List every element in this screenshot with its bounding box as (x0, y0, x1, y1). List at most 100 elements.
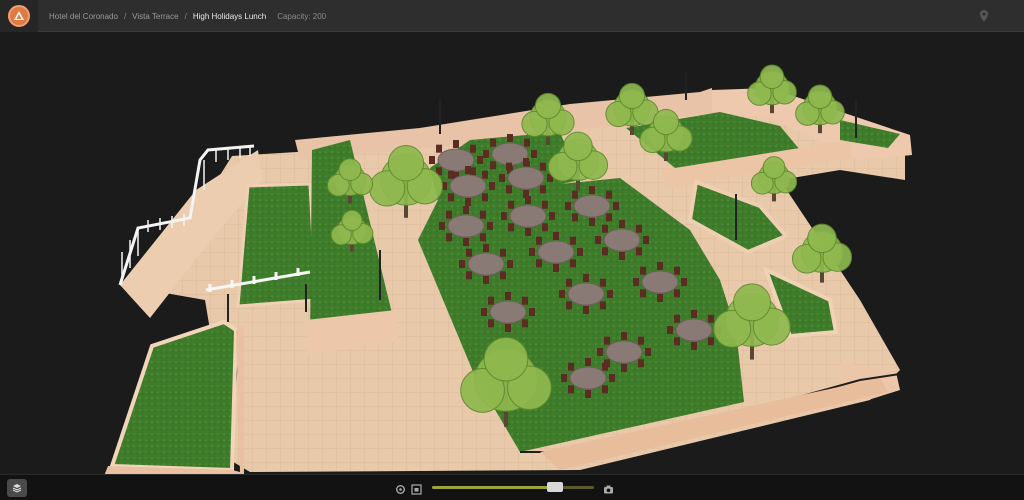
chair (569, 259, 576, 268)
chair (633, 278, 639, 286)
chair (463, 206, 469, 214)
chair (483, 276, 489, 284)
chair (619, 252, 625, 260)
chair (583, 306, 589, 314)
chair (507, 260, 513, 268)
chair (466, 271, 473, 280)
table-top (491, 142, 529, 166)
chair (657, 262, 663, 270)
chair (479, 210, 486, 219)
chair (621, 332, 627, 340)
screenshot-button[interactable] (603, 482, 614, 494)
chair (595, 236, 601, 244)
breadcrumb-space[interactable]: Vista Terrace (132, 12, 178, 21)
chair (673, 289, 680, 298)
chair (599, 278, 606, 287)
chair (691, 310, 697, 318)
chair (446, 210, 453, 219)
chair (489, 182, 495, 190)
chair (481, 193, 488, 202)
location-pin-icon[interactable] (979, 10, 989, 23)
chair (448, 193, 455, 202)
capacity-label: Capacity: 200 (277, 11, 327, 21)
settings-button[interactable] (395, 482, 406, 494)
chair (521, 319, 528, 328)
chair (525, 228, 531, 236)
logo-button[interactable] (0, 0, 38, 32)
chair (459, 260, 465, 268)
top-bar: Hotel del Coronado / Vista Terrace / Hig… (0, 0, 1024, 32)
chair (640, 289, 647, 298)
chair (707, 337, 714, 346)
table-top (675, 318, 713, 342)
breadcrumb-separator: / (184, 11, 187, 21)
table-top (509, 204, 547, 228)
chair (619, 220, 625, 228)
table-top (641, 270, 679, 294)
app-logo-icon (8, 5, 30, 27)
table-top (507, 166, 545, 190)
chair (553, 264, 559, 272)
table-top (605, 340, 643, 364)
chair (637, 359, 644, 368)
chair (637, 336, 644, 345)
chair (453, 140, 459, 148)
table-top (467, 252, 505, 276)
chair (609, 374, 615, 382)
chair (506, 162, 513, 171)
chair (465, 166, 471, 174)
floorplan-3d-viewer[interactable] (0, 32, 1024, 474)
zoom-slider[interactable] (432, 482, 594, 492)
chair (583, 274, 589, 282)
chair (602, 247, 609, 256)
chair (487, 222, 493, 230)
layers-button[interactable] (7, 479, 27, 497)
chair (490, 161, 497, 170)
chair (539, 162, 546, 171)
chair (572, 190, 579, 199)
layers-icon (12, 484, 22, 493)
chair (490, 138, 497, 147)
chair (439, 222, 445, 230)
breadcrumb-event: High Holidays Lunch (192, 11, 267, 21)
chair (446, 233, 453, 242)
chair (645, 348, 651, 356)
chair (674, 337, 681, 346)
chair (691, 342, 697, 350)
zoom-slider-fill (432, 486, 556, 489)
chair (465, 198, 471, 206)
fit-view-button[interactable] (411, 482, 422, 495)
chair (525, 196, 531, 204)
chair (536, 236, 543, 245)
chair (483, 150, 489, 158)
chair (643, 236, 649, 244)
chair (681, 278, 687, 286)
chair (635, 224, 642, 233)
chair (499, 271, 506, 280)
bottom-toolbar (0, 474, 1024, 500)
chair (559, 290, 565, 298)
chair (508, 200, 515, 209)
table-top (603, 228, 641, 252)
chair (506, 185, 513, 194)
chair (566, 278, 573, 287)
zoom-slider-thumb[interactable] (547, 482, 564, 492)
chair (549, 212, 555, 220)
chair (539, 185, 546, 194)
chair (479, 233, 486, 242)
chair (501, 212, 507, 220)
chair (505, 324, 511, 332)
chair (466, 248, 473, 257)
chair (566, 301, 573, 310)
chair (488, 296, 495, 305)
table-top (573, 194, 611, 218)
breadcrumb-venue[interactable]: Hotel del Coronado (49, 12, 118, 21)
chair (577, 248, 583, 256)
chair (585, 390, 591, 398)
camera-icon (604, 485, 613, 494)
chair (521, 296, 528, 305)
table-top (489, 300, 527, 324)
chair (602, 224, 609, 233)
chair (561, 374, 567, 382)
chair (463, 238, 469, 246)
